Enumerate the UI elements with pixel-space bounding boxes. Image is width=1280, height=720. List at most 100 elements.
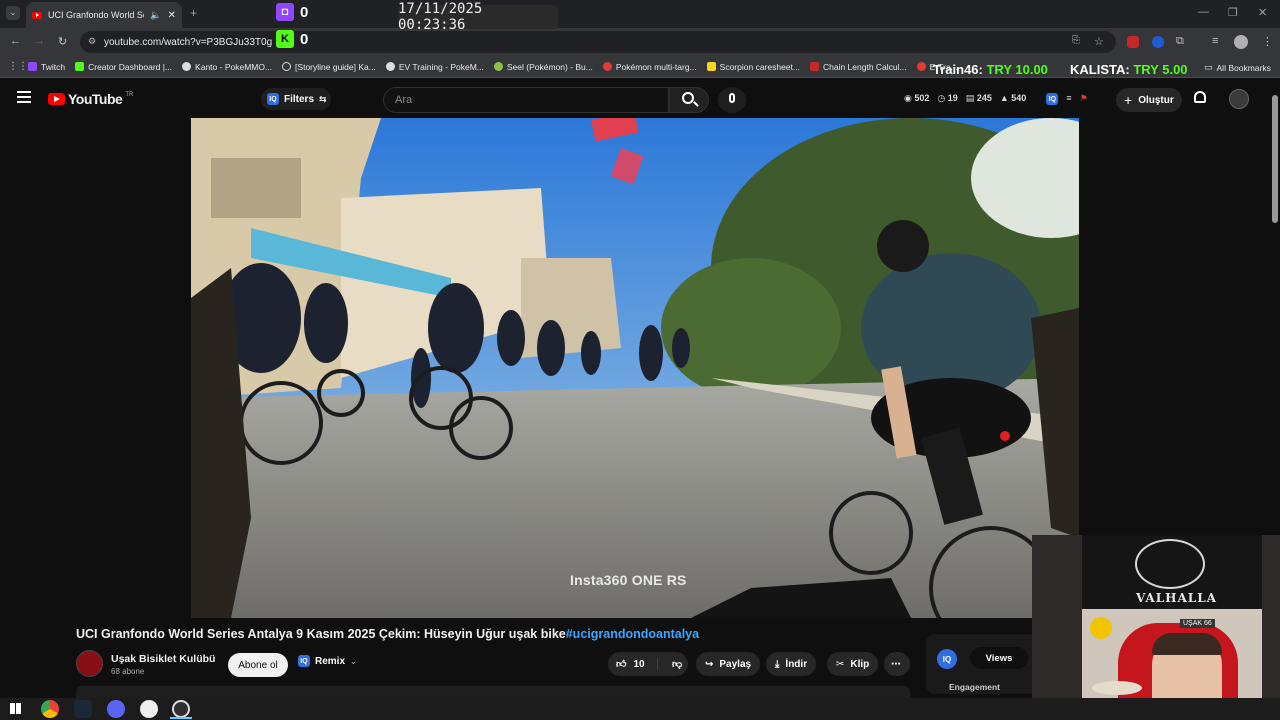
bookmark-star-icon[interactable]: ☆ [1094, 35, 1104, 48]
kick-count: 0 [300, 30, 309, 48]
bookmark-favicon-icon [493, 62, 503, 71]
microphone-icon [729, 93, 735, 103]
close-tab-icon[interactable]: ✕ [168, 10, 176, 21]
bookmark-item[interactable]: [Storyline guide] Ka... [282, 62, 376, 72]
create-button[interactable]: + Oluştur [1116, 88, 1182, 112]
share-button[interactable]: ↪ Paylaş [696, 652, 761, 676]
remix-button[interactable]: IQ Remix ⌄ [298, 655, 357, 667]
hashtag-link[interactable]: #ucigrandondoantalya [566, 627, 699, 641]
channel-avatar[interactable] [76, 650, 103, 677]
description-box[interactable] [76, 686, 910, 698]
url-text: youtube.com/watch?v=P3BGJu33T0g [104, 36, 273, 48]
discord-taskbar-icon[interactable] [107, 700, 125, 718]
install-icon[interactable]: ⎘ [1072, 35, 1080, 46]
youtube-wordmark: YouTube [68, 91, 123, 107]
iq-panel-icon[interactable]: IQ [1046, 93, 1059, 105]
apps-grid-icon[interactable]: ⋮⋮ [8, 61, 28, 72]
search-button[interactable] [669, 87, 709, 113]
maximize-icon[interactable]: ❐ [1228, 6, 1238, 19]
extension-icon[interactable]: ⚑ [1080, 93, 1088, 105]
kick-counter: K 0 [276, 30, 308, 48]
bookmark-item[interactable]: Creator Dashboard |... [75, 62, 172, 72]
forward-icon[interactable]: → [34, 35, 45, 47]
youtube-header: YouTube TR Ara [0, 80, 1280, 118]
extensions-puzzle-icon[interactable]: ⧉ [1176, 35, 1184, 48]
tab-search-button[interactable]: ⌄ [6, 6, 20, 20]
sliders-icon: ⇆ [319, 93, 327, 104]
scissors-icon: ✂ [836, 658, 845, 670]
download-button[interactable]: ⤓ İndir [766, 652, 817, 676]
streamer-hair [1152, 633, 1222, 655]
chevron-down-icon: ⌄ [350, 656, 357, 666]
bookmark-item[interactable]: EV Training - PokeM... [385, 62, 484, 72]
close-window-icon[interactable]: ✕ [1258, 6, 1267, 19]
reading-list-icon[interactable]: ≡ [1212, 35, 1218, 47]
iq-icon: IQ [298, 655, 310, 667]
notifications-icon[interactable] [1194, 91, 1206, 103]
dislike-button[interactable]: 👎︎ [664, 658, 682, 670]
iq-icon[interactable]: IQ [937, 649, 957, 669]
banner-text: VALHALLA [1136, 591, 1217, 605]
chrome-taskbar-icon[interactable] [41, 700, 59, 718]
search-input[interactable]: Ara [383, 87, 669, 113]
twitch-icon: ◘ [276, 3, 294, 21]
address-bar[interactable]: ⚙ youtube.com/watch?v=P3BGJu33T0g ⎘ ☆ [80, 31, 1116, 53]
twitch-count: 0 [300, 3, 309, 21]
more-icon: ⋯ [891, 658, 901, 670]
clip-button[interactable]: ✂ Klip [827, 652, 879, 676]
site-info-icon[interactable]: ⚙ [88, 36, 96, 47]
active-tab[interactable]: UCI Granfondo World Serie 🔈 ✕ [26, 2, 182, 28]
bookmark-item[interactable]: Kanto - PokeMMO... [182, 62, 272, 72]
bookmark-item[interactable]: Twitch [28, 62, 65, 72]
video-player[interactable] [191, 118, 1079, 618]
subscriber-count: 68 abone [111, 667, 145, 676]
thumb-icon: ▲ [999, 93, 1009, 103]
back-icon[interactable]: ← [10, 35, 21, 47]
bookmark-item[interactable]: Pokémon multi-targ... [602, 62, 697, 72]
browser-tab-strip: ⌄ UCI Granfondo World Serie 🔈 ✕ + — ❐ ✕ [0, 0, 1280, 28]
youtube-play-icon [48, 93, 65, 105]
windows-taskbar [0, 698, 1280, 720]
voice-search-button[interactable] [718, 87, 746, 113]
all-bookmarks[interactable]: ▭ All Bookmarks [1204, 62, 1271, 73]
comment-icon: ▤ [965, 93, 975, 103]
plus-icon: + [1124, 92, 1133, 108]
menu-lines-icon[interactable]: ≡ [1066, 93, 1071, 105]
filters-button[interactable]: IQ Filters ⇆ [261, 88, 331, 110]
youtube-logo[interactable]: YouTube TR [48, 91, 133, 107]
more-actions-button[interactable]: ⋯ [884, 652, 910, 676]
app-taskbar-icon[interactable] [140, 700, 158, 718]
bookmark-item[interactable]: Seel (Pokémon) - Bu... [493, 62, 593, 72]
obs-taskbar-icon[interactable] [172, 700, 190, 718]
account-avatar[interactable] [1229, 89, 1249, 109]
extension-360-icon[interactable] [1127, 36, 1139, 48]
reload-icon[interactable]: ↻ [58, 35, 67, 48]
new-tab-button[interactable]: + [190, 6, 197, 20]
kick-icon: K [276, 30, 294, 48]
stat-item: ▲ 540 [999, 93, 1027, 103]
minimize-icon[interactable]: — [1198, 6, 1209, 18]
channel-name[interactable]: Uşak Bisiklet Kulübü [111, 653, 215, 665]
audio-icon[interactable]: 🔈 [150, 10, 161, 21]
chrome-menu-icon[interactable]: ⋮ [1262, 35, 1273, 48]
windows-start-icon[interactable] [10, 703, 21, 714]
bookmark-favicon-icon [385, 62, 395, 71]
profile-avatar[interactable] [1234, 35, 1248, 49]
steam-taskbar-icon[interactable] [74, 700, 92, 718]
webcam-overlay: VALHALLA UŞAK 66 [1032, 535, 1280, 720]
like-button[interactable]: 👍︎ 10 [608, 658, 658, 670]
subscribe-button[interactable]: Abone ol [228, 653, 288, 677]
youtube-favicon-icon [32, 11, 42, 19]
bookmark-item[interactable]: Scorpion caresheet... [706, 62, 800, 72]
tab-title: UCI Granfondo World Serie [48, 10, 144, 20]
donation-kalista: KALISTA: TRY 5.00 [1070, 62, 1188, 77]
scrollbar-thumb[interactable] [1272, 95, 1278, 223]
filters-label: Filters [284, 93, 315, 105]
clock-icon: ◷ [937, 93, 946, 103]
views-tab[interactable]: Views [970, 647, 1028, 669]
bookmark-favicon-icon [282, 62, 292, 71]
hamburger-menu-icon[interactable] [17, 91, 31, 103]
eye-icon: ◉ [904, 93, 912, 103]
extension-blue-icon[interactable] [1152, 36, 1164, 48]
bookmark-item[interactable]: Chain Length Calcul... [809, 62, 907, 72]
